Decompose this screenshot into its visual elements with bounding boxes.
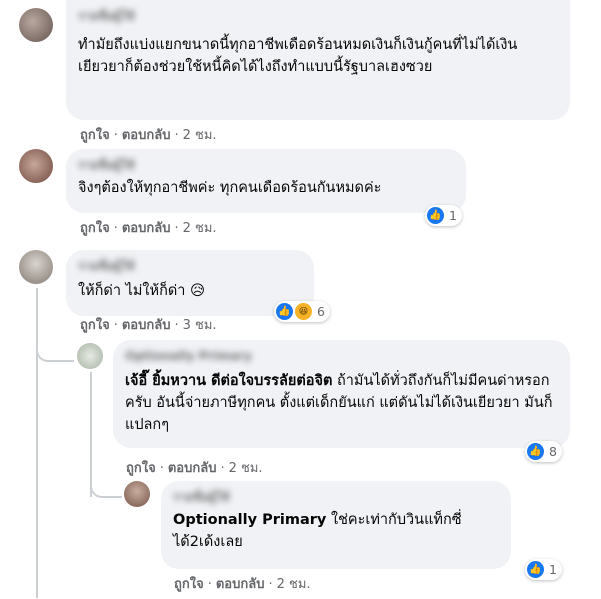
timestamp[interactable]: 2 ชม. [183, 128, 217, 143]
comment-author[interactable]: Optionally Primary [125, 348, 558, 364]
comment-author[interactable]: รายชื่อผู้ใช้ [173, 489, 499, 505]
comment-actions: ถูกใจ · ตอบกลับ · 2 ชม. [80, 217, 217, 238]
like-link[interactable]: ถูกใจ [80, 318, 110, 333]
thread-connector [90, 478, 122, 498]
reply-link[interactable]: ตอบกลับ [168, 461, 217, 476]
separator: · [174, 128, 179, 143]
tagged-user[interactable]: เจ้อี๊ ยิ้มหวาน ดีต่อใจบรรลัยต่อจิต [125, 373, 332, 389]
separator: · [113, 318, 118, 333]
comment-actions: ถูกใจ · ตอบกลับ · 3 ชม. [80, 314, 217, 335]
separator: · [207, 577, 212, 592]
tagged-user[interactable]: Optionally Primary [173, 512, 326, 528]
thread-connector [36, 340, 74, 362]
like-reaction-icon: 👍 [527, 443, 544, 460]
comment-bubble: รายชื่อผู้ใช้ Optionally Primary ใช่คะเท… [161, 481, 511, 569]
comment-actions: ถูกใจ · ตอบกลับ · 2 ชม. [174, 573, 311, 594]
timestamp[interactable]: 3 ชม. [183, 318, 217, 333]
comment-bubble: รายชื่อผู้ใช้ จิงๆต้องให้ทุกอาชีพค่ะ ทุก… [66, 149, 466, 213]
avatar[interactable] [77, 343, 103, 369]
reaction-count: 1 [549, 562, 557, 577]
comment-text: Optionally Primary ใช่คะเท่ากับวินแท็กซี… [173, 509, 499, 553]
comment-author[interactable]: รายชื่อผู้ใช้ [78, 258, 302, 274]
comment-actions: ถูกใจ · ตอบกลับ · 2 ชม. [80, 124, 217, 145]
like-link[interactable]: ถูกใจ [80, 221, 110, 236]
reaction-summary[interactable]: 👍 1 [525, 559, 562, 580]
comment-text: เจ้อี๊ ยิ้มหวาน ดีต่อใจบรรลัยต่อจิต ถ้าม… [125, 370, 558, 436]
like-link[interactable]: ถูกใจ [126, 461, 156, 476]
thread-line [36, 288, 38, 598]
reaction-summary[interactable]: 👍 😆 6 [274, 301, 330, 322]
comment-author[interactable]: รายชื่อผู้ใช้ [78, 157, 454, 173]
avatar[interactable] [19, 149, 53, 183]
comment-text: จิงๆต้องให้ทุกอาชีพค่ะ ทุกคนเดือดร้อนกัน… [78, 180, 382, 196]
reaction-count: 1 [449, 208, 457, 223]
separator: · [159, 461, 164, 476]
reply-link[interactable]: ตอบกลับ [216, 577, 265, 592]
comment-author[interactable]: รายชื่อผู้ใช้ [78, 8, 558, 24]
avatar[interactable] [19, 8, 53, 42]
separator: · [220, 461, 225, 476]
avatar[interactable] [124, 481, 150, 507]
reply-link[interactable]: ตอบกลับ [122, 128, 171, 143]
reaction-count: 6 [317, 304, 325, 319]
like-reaction-icon: 👍 [276, 303, 293, 320]
like-link[interactable]: ถูกใจ [80, 128, 110, 143]
separator: · [113, 128, 118, 143]
like-reaction-icon: 👍 [527, 561, 544, 578]
reaction-summary[interactable]: 👍 8 [525, 441, 562, 462]
reply-link[interactable]: ตอบกลับ [122, 318, 171, 333]
reaction-summary[interactable]: 👍 1 [425, 205, 462, 226]
comment-bubble: Optionally Primary เจ้อี๊ ยิ้มหวาน ดีต่อ… [113, 340, 570, 448]
timestamp[interactable]: 2 ชม. [277, 577, 311, 592]
separator: · [174, 318, 179, 333]
timestamp[interactable]: 2 ชม. [229, 461, 263, 476]
comment-actions: ถูกใจ · ตอบกลับ · 2 ชม. [126, 457, 263, 478]
reply-link[interactable]: ตอบกลับ [122, 221, 171, 236]
haha-reaction-icon: 😆 [295, 303, 312, 320]
separator: · [174, 221, 179, 236]
timestamp[interactable]: 2 ชม. [183, 221, 217, 236]
separator: · [113, 221, 118, 236]
like-link[interactable]: ถูกใจ [174, 577, 204, 592]
separator: · [268, 577, 273, 592]
like-reaction-icon: 👍 [427, 207, 444, 224]
comment-text: ให้ก็ด่า ไม่ให้ก็ด่า 😥 [78, 283, 206, 299]
reaction-count: 8 [549, 444, 557, 459]
comment-text: ทำมัยถึงแบ่งแยกขนาดนี้ทุกอาชีพเดือดร้อนห… [78, 37, 518, 75]
avatar[interactable] [19, 250, 53, 284]
comment-bubble: รายชื่อผู้ใช้ ทำมัยถึงแบ่งแยกขนาดนี้ทุกอ… [66, 0, 570, 120]
